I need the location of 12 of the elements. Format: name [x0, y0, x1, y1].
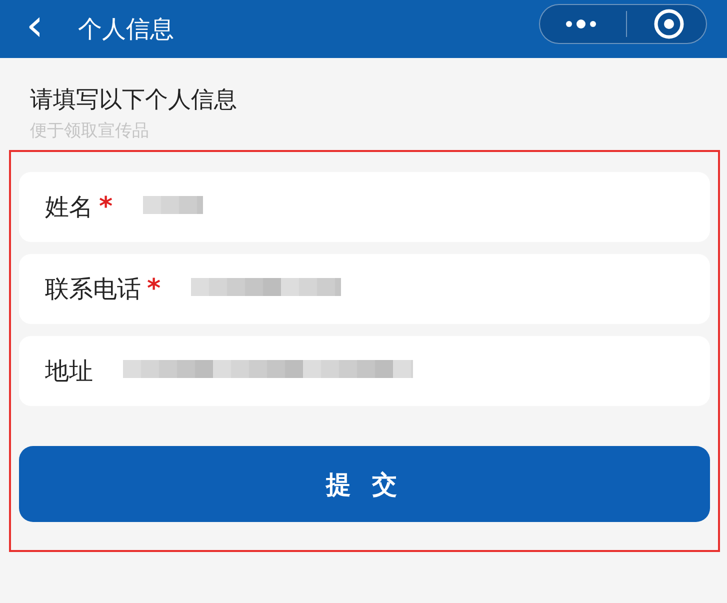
field-label: 姓名 — [45, 192, 93, 223]
field-label: 地址 — [45, 356, 93, 387]
input-field[interactable]: 地址 — [19, 336, 710, 406]
input-field[interactable]: 姓名 * — [19, 172, 710, 242]
form-heading: 请填写以下个人信息 — [30, 86, 238, 115]
submit-button[interactable]: 提 交 — [19, 446, 710, 522]
field-label: 联系电话 — [45, 274, 141, 305]
required-mark: * — [147, 274, 161, 304]
input-field[interactable]: 联系电话 * — [19, 254, 710, 324]
back-button[interactable]: ‹ — [26, 4, 54, 48]
page-title: 个人信息 — [78, 14, 174, 45]
required-mark: * — [99, 192, 113, 222]
